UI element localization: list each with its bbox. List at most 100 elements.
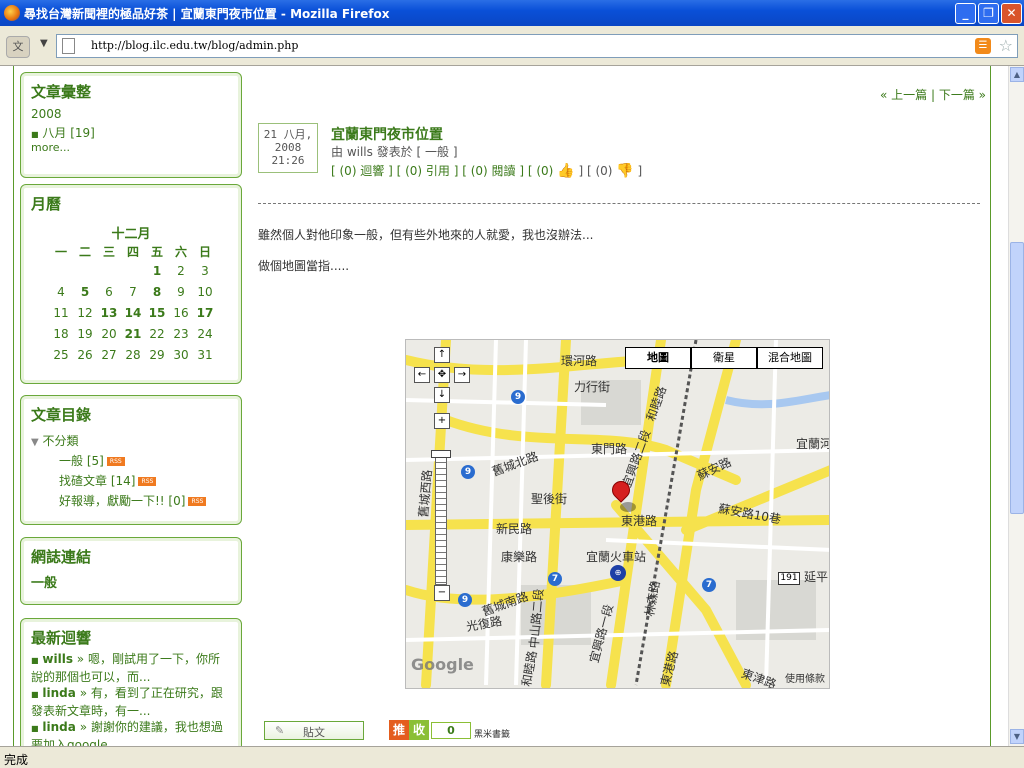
scrollbar-thumb[interactable] (1010, 242, 1024, 514)
road-label: 宜蘭河 (796, 437, 830, 451)
category-item[interactable]: 找碴文章 [14] RSS (59, 472, 157, 489)
post-actions-counts[interactable]: [ (0) 迴響 ] [ (0) 引用 ] [ (0) 閱讀 ] [ (0) (331, 164, 553, 178)
categories-title: 文章目錄 (31, 406, 92, 424)
history-dropdown-icon[interactable]: ▼ (40, 38, 48, 49)
category-root[interactable]: ▼ 不分類 (31, 432, 79, 449)
calendar-day[interactable]: 5 (73, 285, 97, 299)
rss-icon[interactable]: RSS (106, 457, 125, 466)
calendar-weekday: 六 (174, 245, 187, 259)
zoom-slider[interactable] (435, 450, 447, 585)
calendar-day[interactable]: 17 (193, 306, 217, 320)
zoom-slider-thumb[interactable] (431, 450, 451, 458)
pan-left-icon[interactable]: ← (414, 367, 430, 383)
scroll-down-icon[interactable]: ▼ (1010, 729, 1024, 744)
calendar-day[interactable]: 1 (145, 264, 169, 278)
rss-icon[interactable]: RSS (138, 477, 157, 486)
calendar-day: 11 (53, 306, 69, 320)
window-title: 尋找台灣新聞裡的極品好茶 | 宜蘭東門夜市位置 - Mozilla Firefo… (24, 7, 390, 21)
calendar-weekday: 三 (102, 245, 115, 259)
calendar-weekday-row: 一二三四五六日 (49, 243, 217, 264)
route-shield: 9 (461, 465, 475, 479)
category-root-label[interactable]: 不分類 (43, 434, 79, 448)
push-button[interactable]: 推 (389, 720, 409, 740)
calendar-week-row: 12 3 (49, 264, 217, 285)
archive-more-link[interactable]: more... (31, 141, 70, 154)
google-logo: Google (411, 655, 474, 674)
category-item-label[interactable]: 找碴文章 [14] (59, 474, 135, 488)
collect-button[interactable]: 收 (409, 720, 429, 740)
route-shield: 9 (458, 593, 472, 607)
comment-item[interactable]: ■ linda » 謝謝你的建議，我也想過要加入google... (31, 719, 231, 746)
calendar-week-row: 11 12 13 14 15 16 17 (49, 306, 217, 327)
comment-author[interactable]: wills (42, 652, 73, 666)
google-map[interactable]: 地圖 衛星 混合地圖 ↑ ← ✥ → ↓ + − 環河路 力行街 和睦路 宜蘭河… (405, 339, 830, 689)
calendar-day: 25 (53, 348, 69, 362)
post-actions-end: ] (637, 164, 643, 178)
back-button-icon[interactable]: 文 (6, 36, 30, 58)
road-label: 延平 (804, 570, 829, 584)
calendar-day: 31 (197, 348, 213, 362)
page-left-border (13, 66, 14, 746)
calendar-day[interactable]: 13 (97, 306, 121, 320)
pan-right-icon[interactable]: → (454, 367, 470, 383)
pan-up-icon[interactable]: ↑ (434, 347, 450, 363)
rss-feed-icon[interactable]: ☰ (975, 38, 991, 54)
url-text[interactable]: http://blog.ilc.edu.tw/blog/admin.php (91, 39, 298, 52)
categories-panel: 文章目錄 ▼ 不分類 一般 [5] RSS 找碴文章 [14] RSS 好報導，獻勵… (20, 395, 242, 525)
calendar-day: 9 (177, 285, 185, 299)
bookmark-label[interactable]: 黑米書籤 (474, 727, 510, 740)
post-date: 21 八月, 2008 21:26 (258, 123, 318, 173)
maximize-button[interactable]: ❐ (978, 3, 999, 24)
post-button-label[interactable]: 貼文 (303, 724, 325, 740)
post-button[interactable]: ✎ 貼文 (264, 721, 364, 740)
collapse-triangle-icon[interactable]: ▼ (31, 437, 39, 448)
category-item-label[interactable]: 一般 [5] (59, 454, 104, 468)
map-type-hybrid-button[interactable]: 混合地圖 (757, 347, 823, 369)
post-title[interactable]: 宜蘭東門夜市位置 (331, 124, 443, 144)
thumbs-up-icon[interactable]: 👍 (557, 163, 574, 179)
comment-author[interactable]: linda (42, 720, 75, 734)
comment-item[interactable]: ■ wills » 嗯，剛試用了一下，你所說的那個也可以，而... (31, 651, 231, 686)
pan-down-icon[interactable]: ↓ (434, 387, 450, 403)
train-station-icon[interactable]: ⊕ (610, 565, 626, 581)
archive-year[interactable]: 2008 (31, 107, 62, 121)
zoom-in-icon[interactable]: + (434, 413, 450, 429)
archive-month-link[interactable]: ■ 八月 [19] (31, 124, 95, 141)
map-type-satellite-button[interactable]: 衛星 (691, 347, 757, 369)
calendar-day[interactable]: 15 (145, 306, 169, 320)
blog-link-item[interactable]: 一般 (31, 572, 57, 591)
category-item[interactable]: 一般 [5] RSS (59, 452, 125, 469)
category-item[interactable]: 好報導，獻勵一下!! [0] RSS (59, 492, 207, 509)
vertical-scrollbar[interactable]: ▲ ▼ (1008, 66, 1024, 746)
calendar-weekday: 日 (198, 245, 211, 259)
prev-next-links[interactable]: « 上一篇 | 下一篇 » (880, 86, 986, 103)
bookmark-star-icon[interactable]: ☆ (999, 36, 1013, 55)
calendar-day[interactable]: 21 (121, 327, 145, 341)
calendar-weekday: 二 (78, 245, 91, 259)
pan-center-icon[interactable]: ✥ (434, 367, 450, 383)
road-label: 力行街 (574, 380, 611, 394)
zoom-out-icon[interactable]: − (434, 585, 450, 601)
minimize-button[interactable]: _ (955, 3, 976, 24)
url-bar[interactable]: http://blog.ilc.edu.tw/blog/admin.php ☰ … (56, 34, 1018, 58)
calendar-weekday: 一 (54, 245, 67, 259)
close-button[interactable]: ✕ (1001, 3, 1022, 24)
bookmark-count: 0 (431, 722, 471, 739)
road-label: 環河路 (561, 354, 598, 368)
route-shield: 191 (778, 572, 800, 585)
road-label: 新民路 (496, 522, 533, 536)
map-type-map-button[interactable]: 地圖 (625, 347, 691, 369)
comment-author[interactable]: linda (42, 686, 75, 700)
comment-item[interactable]: ■ linda » 有，看到了正在研究，跟發表新文章時，有一... (31, 685, 231, 720)
rss-icon[interactable]: RSS (188, 497, 207, 506)
map-terms-link[interactable]: 使用條款 (785, 670, 825, 685)
calendar-day: 16 (173, 306, 189, 320)
thumbs-down-icon[interactable]: 👎 (616, 163, 633, 179)
calendar-day[interactable]: 14 (121, 306, 145, 320)
calendar-day: 27 (101, 348, 117, 362)
category-item-label[interactable]: 好報導，獻勵一下!! [0] (59, 494, 185, 508)
scroll-up-icon[interactable]: ▲ (1010, 67, 1024, 82)
calendar-day[interactable]: 8 (145, 285, 169, 299)
calendar-day: 2 (177, 264, 185, 278)
archive-month-label[interactable]: 八月 [19] (42, 126, 94, 140)
